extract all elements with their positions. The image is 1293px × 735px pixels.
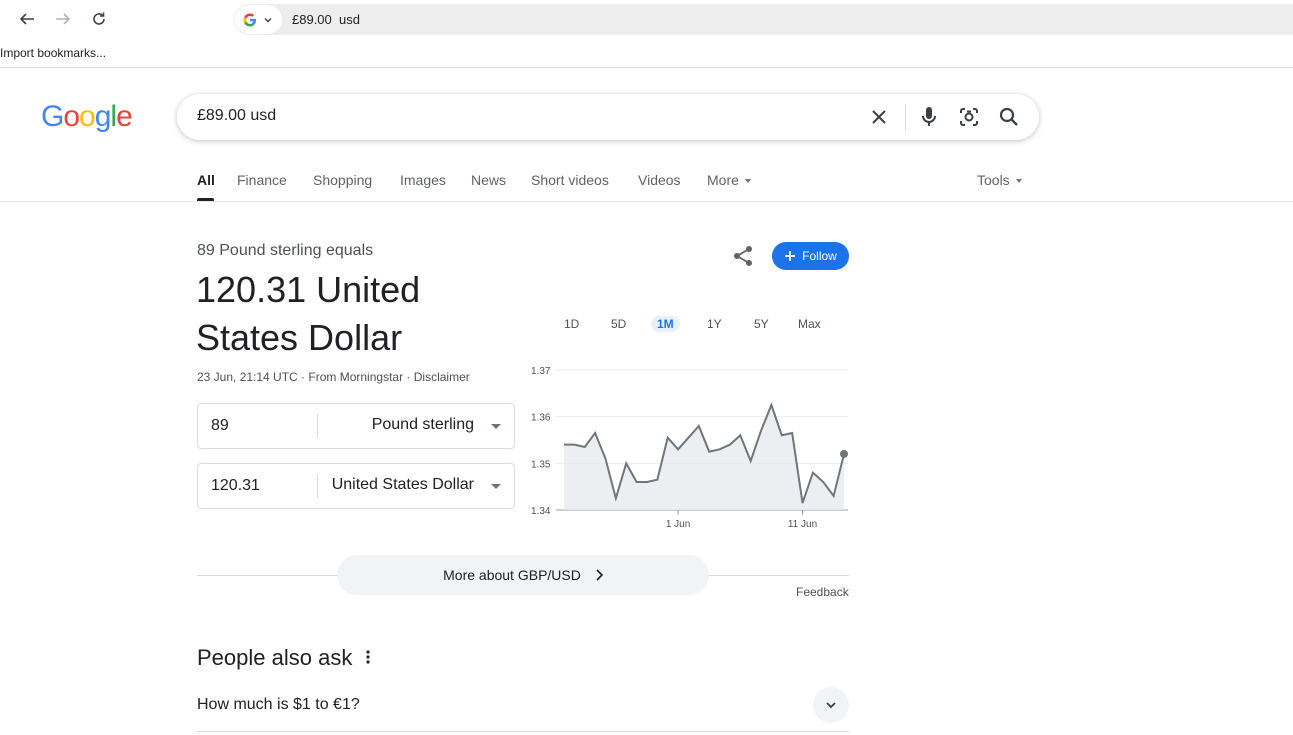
search-tabs: All Finance Shopping Images News Short v…	[0, 160, 1293, 202]
y-tick-label: 1.34	[531, 506, 551, 517]
dropdown-arrow-icon[interactable]	[491, 484, 501, 489]
tab-shopping[interactable]: Shopping	[313, 172, 372, 188]
tab-all[interactable]: All	[197, 172, 215, 188]
search-input[interactable]: £89.00 usd	[197, 107, 276, 125]
google-g-icon	[243, 13, 256, 26]
to-currency-row: 120.31 United States Dollar	[197, 463, 515, 509]
y-tick-label: 1.37	[531, 366, 551, 377]
camera-lens-icon[interactable]	[957, 105, 981, 129]
feedback-link[interactable]: Feedback	[796, 585, 849, 599]
question-item[interactable]: How much is $1 to €1?	[197, 696, 360, 714]
search-divider	[905, 104, 906, 130]
plus-icon	[785, 251, 796, 261]
equals-label: 89 Pound sterling equals	[197, 242, 374, 259]
caret-down-icon	[1015, 179, 1022, 184]
share-icon[interactable]	[732, 245, 754, 267]
caret-down-icon	[744, 179, 751, 184]
tools-button[interactable]: Tools	[977, 172, 1022, 188]
follow-label: Follow	[802, 249, 837, 263]
question-divider	[197, 731, 849, 732]
active-tab-indicator	[197, 198, 214, 201]
follow-button[interactable]: Follow	[772, 242, 849, 270]
dropdown-arrow-icon[interactable]	[491, 424, 501, 429]
to-currency-select[interactable]: United States Dollar	[332, 476, 474, 494]
more-about-label: More about GBP/USD	[443, 567, 581, 583]
range-1m[interactable]: 1M	[651, 316, 680, 332]
x-tick-label: 1 Jun	[666, 519, 690, 530]
tab-finance[interactable]: Finance	[237, 172, 287, 188]
chevron-right-icon	[596, 569, 603, 581]
address-bar[interactable]: £89.00 usd	[234, 4, 1293, 35]
to-amount-input[interactable]: 120.31	[211, 477, 260, 495]
conversion-result: 120.31 United States Dollar	[196, 269, 421, 358]
bookmarks-bar: Import bookmarks...	[0, 40, 1293, 68]
site-info-chip[interactable]	[235, 5, 282, 34]
back-arrow-icon[interactable]	[16, 8, 38, 30]
tools-label: Tools	[977, 172, 1010, 188]
browser-toolbar: £89.00 usd	[0, 0, 1293, 40]
google-logo[interactable]: Google	[41, 100, 133, 134]
clear-icon[interactable]	[867, 105, 891, 129]
tab-short-videos[interactable]: Short videos	[531, 172, 609, 188]
forward-arrow-icon[interactable]	[52, 8, 74, 30]
from-amount-input[interactable]: 89	[211, 417, 229, 435]
tab-images[interactable]: Images	[400, 172, 446, 188]
search-icon[interactable]	[997, 105, 1021, 129]
tab-more[interactable]: More	[707, 172, 751, 188]
more-about-button[interactable]: More about GBP/USD	[337, 555, 709, 595]
source-meta: 23 Jun, 21:14 UTC · From Morningstar · D…	[197, 370, 470, 384]
y-tick-label: 1.36	[531, 413, 551, 424]
latest-point	[840, 450, 848, 458]
tab-more-label: More	[707, 172, 739, 188]
range-max[interactable]: Max	[792, 316, 827, 332]
chevron-down-icon	[264, 17, 272, 22]
tab-news[interactable]: News	[471, 172, 506, 188]
reload-icon[interactable]	[88, 8, 110, 30]
range-1y[interactable]: 1Y	[701, 316, 728, 332]
range-5d[interactable]: 5D	[605, 316, 632, 332]
expand-chevron-icon[interactable]	[813, 687, 849, 723]
x-tick-label: 11 Jun	[788, 519, 817, 530]
exchange-rate-chart[interactable]: 1.37 1.36 1.35 1.34 1 Jun 11 Jun	[528, 360, 850, 535]
microphone-icon[interactable]	[917, 105, 941, 129]
more-options-icon[interactable]	[360, 649, 376, 665]
from-currency-select[interactable]: Pound sterling	[372, 416, 474, 434]
address-text: £89.00 usd	[292, 12, 360, 27]
field-divider	[317, 414, 318, 438]
field-divider	[317, 474, 318, 498]
from-currency-row: 89 Pound sterling	[197, 403, 515, 449]
range-5y[interactable]: 5Y	[748, 316, 775, 332]
y-tick-label: 1.35	[531, 459, 551, 470]
search-box[interactable]: £89.00 usd	[177, 94, 1039, 140]
import-bookmarks-link[interactable]: Import bookmarks...	[0, 46, 106, 60]
tab-videos[interactable]: Videos	[638, 172, 681, 188]
people-also-ask-title: People also ask	[197, 645, 353, 670]
range-1d[interactable]: 1D	[558, 316, 585, 332]
